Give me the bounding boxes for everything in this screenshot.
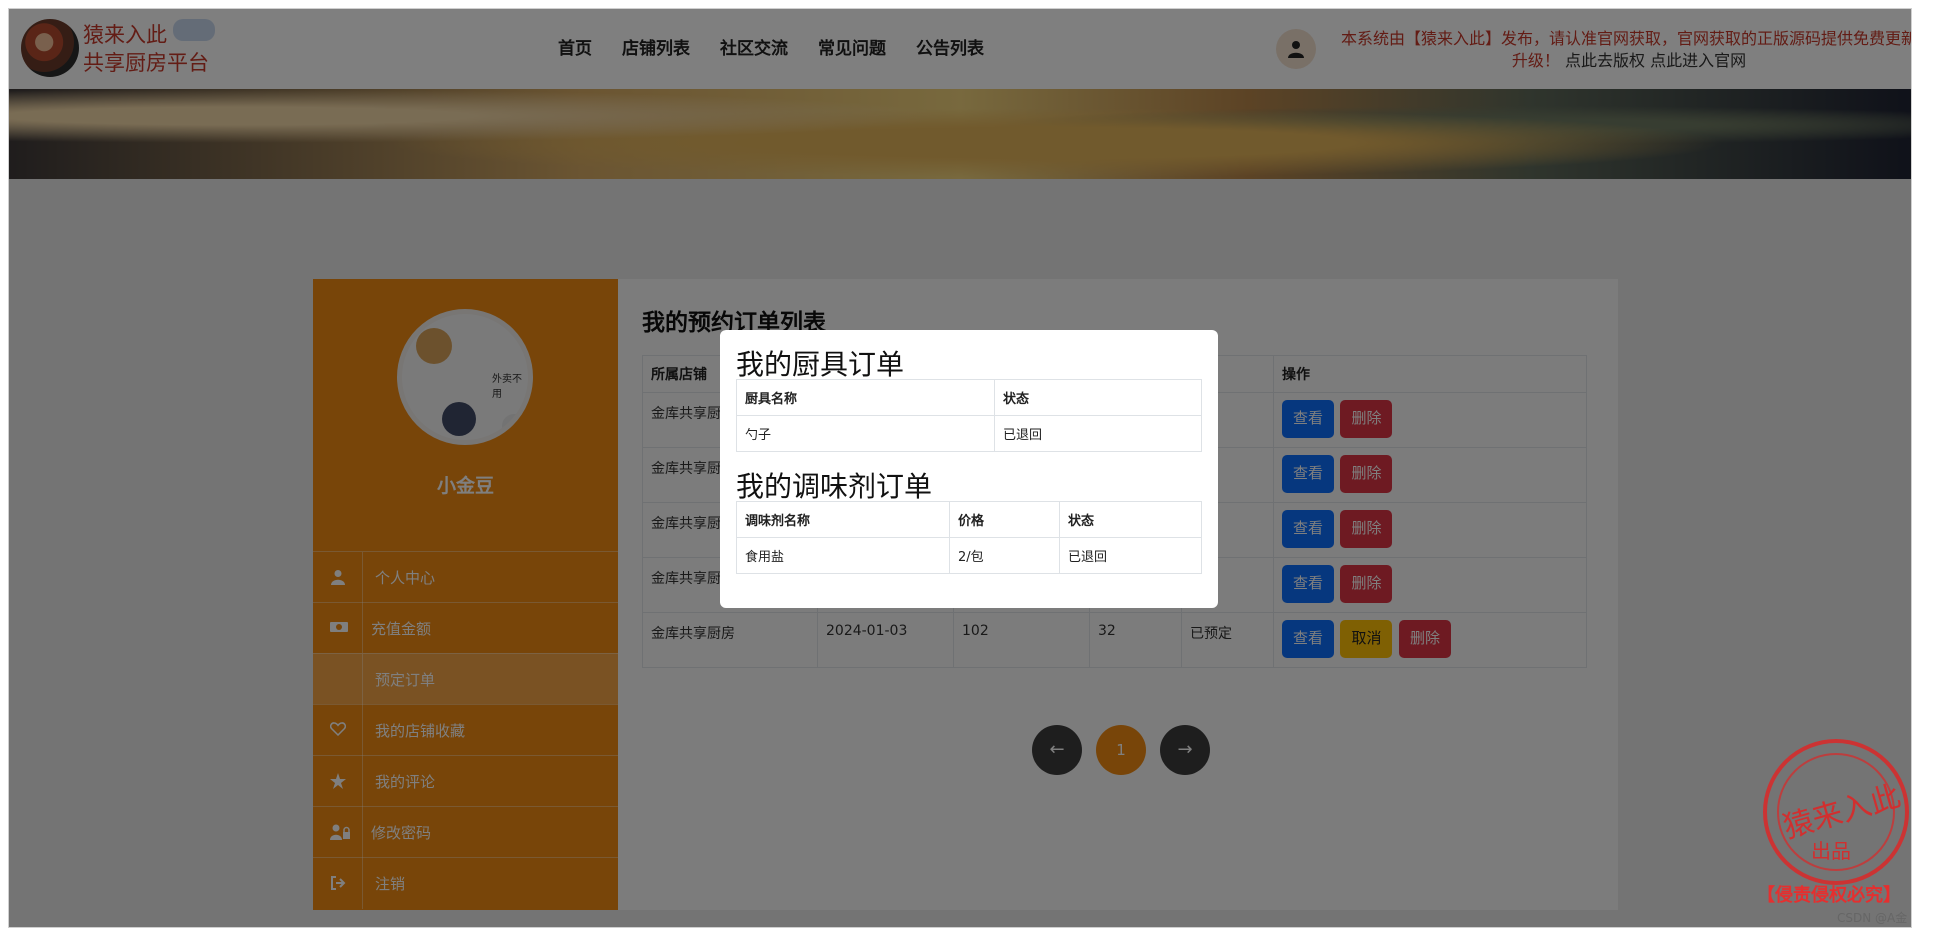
table-row: 勺子 已退回 xyxy=(736,415,1202,452)
cell-seasoning-name: 食用盐 xyxy=(736,537,950,574)
cell-price: 2/包 xyxy=(949,537,1060,574)
kitchenware-order-table: 厨具名称 状态 勺子 已退回 xyxy=(736,379,1202,452)
seasoning-order-title: 我的调味剂订单 xyxy=(736,470,933,503)
cell-kitchenware-name: 勺子 xyxy=(736,415,995,452)
order-detail-modal: 我的厨具订单 厨具名称 状态 勺子 已退回 我的调味剂订单 调味剂名称 价格 状… xyxy=(720,330,1218,608)
table-header-row: 调味剂名称 价格 状态 xyxy=(736,501,1202,538)
column-header: 厨具名称 xyxy=(736,379,995,416)
stamp-sub-text: 出品 xyxy=(1811,839,1851,863)
cell-status: 已退回 xyxy=(1059,537,1202,574)
csdn-credit: CSDN @A金库 xyxy=(1837,911,1908,925)
stamp-footer-text: 【侵责侵权必究】 xyxy=(1757,885,1901,906)
column-header: 价格 xyxy=(949,501,1060,538)
column-header: 调味剂名称 xyxy=(736,501,950,538)
seasoning-order-table: 调味剂名称 价格 状态 食用盐 2/包 已退回 xyxy=(736,501,1202,574)
table-row: 食用盐 2/包 已退回 xyxy=(736,537,1202,574)
browser-viewport: 猿来入此 共享厨房平台 首页 店铺列表 社区交流 常见问题 公告列表 本系统由【… xyxy=(8,8,1912,928)
watermark-stamp: 猿来入此 出品 xyxy=(1763,739,1909,885)
column-header: 状态 xyxy=(1059,501,1202,538)
table-header-row: 厨具名称 状态 xyxy=(736,379,1202,416)
cell-status: 已退回 xyxy=(994,415,1202,452)
kitchenware-order-title: 我的厨具订单 xyxy=(736,348,905,381)
column-header: 状态 xyxy=(994,379,1202,416)
